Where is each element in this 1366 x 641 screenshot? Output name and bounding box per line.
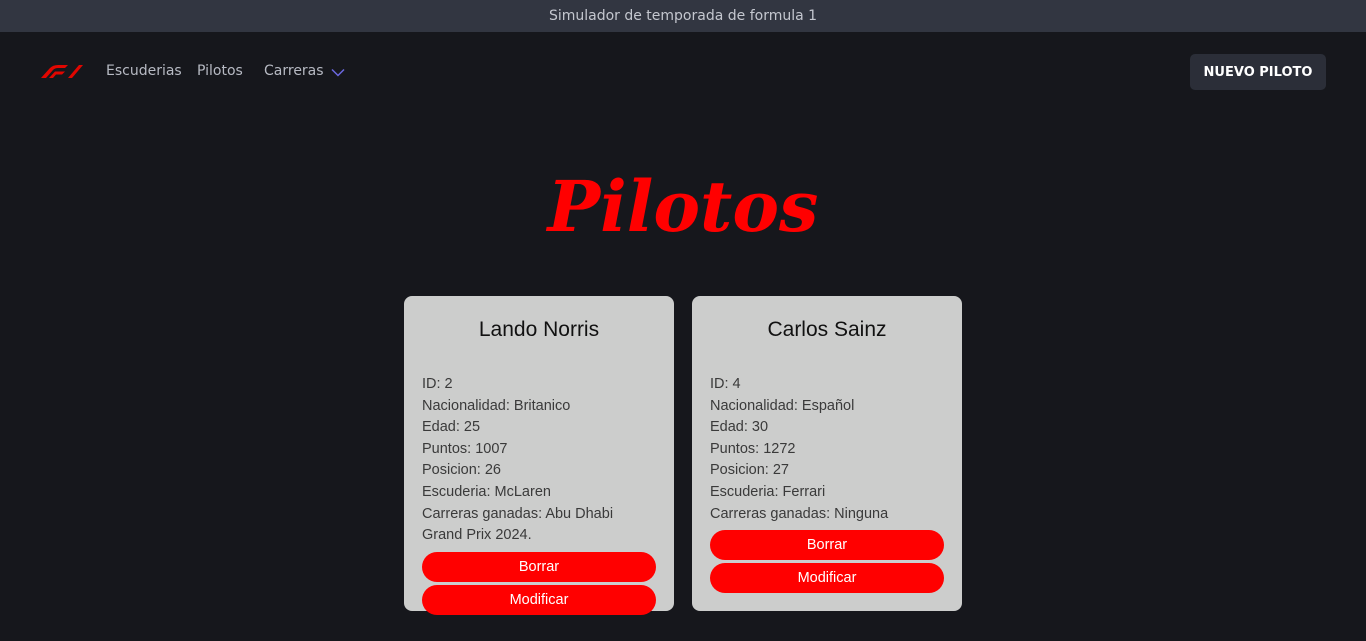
edit-button[interactable]: Modificar bbox=[710, 563, 944, 594]
driver-nationality: Nacionalidad: Español bbox=[710, 397, 855, 414]
nav-link-escuderias[interactable]: Escuderias bbox=[106, 62, 182, 80]
driver-card: Carlos Sainz ID: 4 Nacionalidad: Español… bbox=[692, 296, 962, 611]
window-title: Simulador de temporada de formula 1 bbox=[548, 8, 818, 24]
driver-name: Carlos Sainz bbox=[767, 318, 887, 341]
delete-button[interactable]: Borrar bbox=[422, 551, 656, 582]
driver-team: Escuderia: McLaren bbox=[422, 483, 551, 500]
driver-points: Puntos: 1007 bbox=[422, 440, 508, 457]
driver-position: Posicion: 26 bbox=[422, 462, 501, 479]
driver-id: ID: 2 bbox=[422, 376, 453, 392]
nav-link-carreras-label: Carreras bbox=[264, 63, 324, 79]
new-driver-button[interactable]: NUEVO PILOTO bbox=[1190, 54, 1326, 90]
window-titlebar: Simulador de temporada de formula 1 bbox=[0, 0, 1366, 32]
driver-nationality: Nacionalidad: Britanico bbox=[422, 397, 571, 414]
driver-card: Lando Norris ID: 2 Nacionalidad: Britani… bbox=[404, 296, 674, 615]
nav-link-pilotos[interactable]: Pilotos bbox=[197, 62, 243, 80]
driver-id: ID: 4 bbox=[710, 376, 741, 392]
nav-dropdown-carreras[interactable]: Carreras bbox=[264, 62, 345, 80]
driver-name: Lando Norris bbox=[478, 318, 600, 341]
delete-button[interactable]: Borrar bbox=[710, 530, 944, 561]
f1-logo-icon[interactable] bbox=[41, 65, 83, 78]
driver-wins: Carreras ganadas: Abu Dhabi Grand Prix 2… bbox=[422, 505, 614, 544]
edit-button[interactable]: Modificar bbox=[422, 584, 656, 615]
driver-points: Puntos: 1272 bbox=[710, 440, 796, 457]
driver-age: Edad: 30 bbox=[710, 419, 769, 436]
driver-team: Escuderia: Ferrari bbox=[710, 483, 826, 500]
top-navbar: Escuderias Pilotos Carreras NUEVO PILOTO bbox=[0, 32, 1366, 110]
chevron-down-icon bbox=[331, 68, 345, 77]
driver-wins: Carreras ganadas: Ninguna bbox=[710, 505, 889, 522]
driver-age: Edad: 25 bbox=[422, 419, 481, 436]
page-title: Pilotos bbox=[547, 165, 819, 248]
driver-position: Posicion: 27 bbox=[710, 462, 789, 479]
